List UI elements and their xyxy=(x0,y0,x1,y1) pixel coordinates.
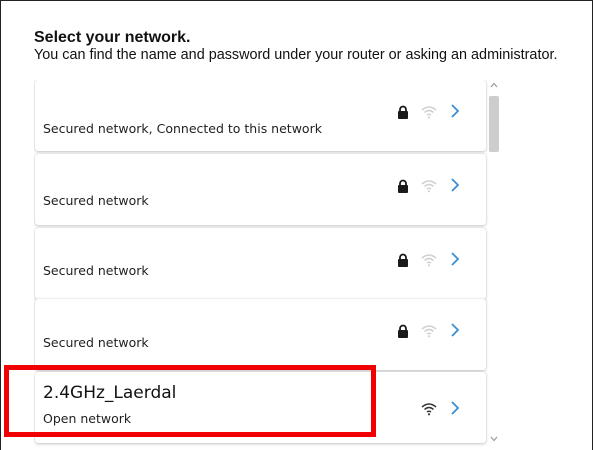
lock-icon xyxy=(398,324,408,338)
wifi-icon xyxy=(421,325,437,338)
chevron-right-icon[interactable] xyxy=(450,103,460,119)
wifi-icon xyxy=(421,106,437,119)
network-list: Secured network, Connected to this netwo… xyxy=(34,80,498,450)
chevron-right-icon[interactable] xyxy=(450,322,460,338)
lock-icon xyxy=(398,105,408,119)
network-status: Secured network xyxy=(43,193,149,208)
network-status: Secured network xyxy=(43,335,149,350)
network-item[interactable]: Secured network xyxy=(35,299,486,370)
chevron-right-icon[interactable] xyxy=(450,251,460,267)
page-subtitle: You can find the name and password under… xyxy=(34,47,558,63)
scrollbar-thumb[interactable] xyxy=(489,96,499,152)
network-status: Open network xyxy=(43,411,132,426)
network-item[interactable]: Secured network xyxy=(35,154,486,225)
setup-window: Select your network. You can find the na… xyxy=(0,0,593,450)
network-item-2-4ghz-laerdal[interactable]: 2.4GHz_Laerdal Open network xyxy=(35,372,486,443)
page-title: Select your network. xyxy=(34,29,191,46)
network-item[interactable]: Secured network xyxy=(35,228,486,299)
wifi-icon xyxy=(421,180,437,193)
network-name: 2.4GHz_Laerdal xyxy=(43,383,177,403)
network-item[interactable]: Secured network, Connected to this netwo… xyxy=(35,80,486,151)
lock-icon xyxy=(398,179,408,193)
chevron-right-icon[interactable] xyxy=(450,400,460,416)
network-status: Secured network xyxy=(43,263,149,278)
chevron-right-icon[interactable] xyxy=(450,177,460,193)
wifi-icon xyxy=(421,254,437,267)
scroll-down-arrow-icon[interactable] xyxy=(490,436,498,442)
page-heading: Select your network. You can find the na… xyxy=(34,29,557,64)
network-status: Secured network, Connected to this netwo… xyxy=(43,121,322,136)
wifi-icon xyxy=(421,403,437,416)
network-list-scrollbar[interactable] xyxy=(486,80,502,450)
scroll-up-arrow-icon[interactable] xyxy=(490,82,498,88)
lock-icon xyxy=(398,253,408,267)
